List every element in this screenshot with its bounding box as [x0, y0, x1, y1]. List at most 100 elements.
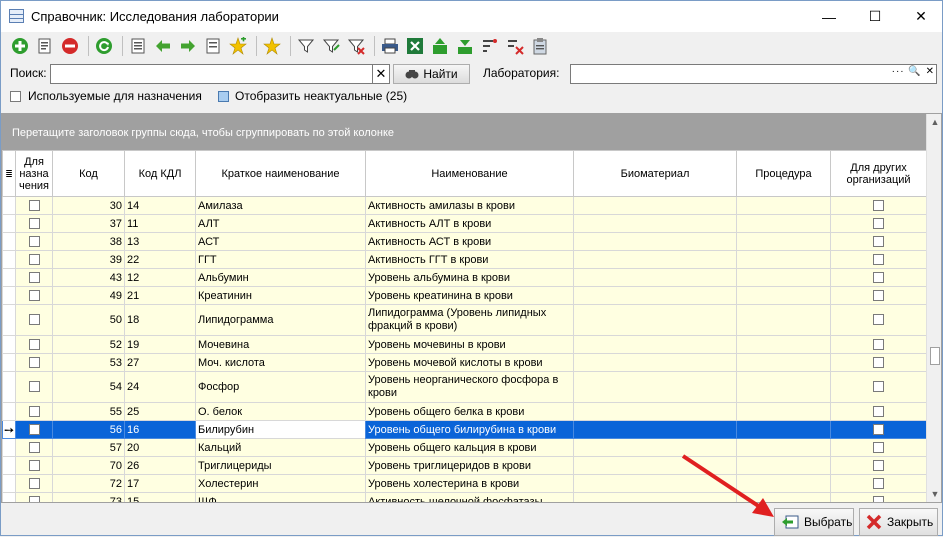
refresh-icon[interactable] [93, 35, 115, 57]
table-row[interactable]: 54 24 Фосфор Уровень неорганического фосфор… [2, 371, 927, 403]
biomaterial-cell[interactable] [573, 353, 737, 372]
table-row[interactable]: 53 27 Моч. кислота Уровень мочевой кислоты … [2, 353, 927, 372]
row-checkbox[interactable] [28, 339, 40, 351]
clear-search-icon[interactable]: ✕ [373, 64, 390, 84]
code-cell[interactable]: 30 [52, 196, 125, 215]
short-name-cell[interactable]: Липидограмма [195, 304, 366, 336]
row-checkbox[interactable] [28, 381, 40, 393]
procedure-cell[interactable] [736, 474, 831, 493]
row-checkbox[interactable] [873, 496, 884, 502]
name-cell[interactable]: Уровень общего белка в крови [365, 402, 574, 421]
code-cell[interactable]: 56 [52, 420, 125, 439]
kdl-code-cell[interactable]: 14 [124, 196, 196, 215]
column-chooser-icon[interactable]: ≣ [2, 150, 16, 197]
table-row[interactable]: 39 22 ГГТ Активность ГГТ в крови [2, 250, 927, 269]
clear-sort-icon[interactable] [504, 35, 526, 57]
code-cell[interactable]: 50 [52, 304, 125, 336]
kdl-code-cell[interactable]: 22 [124, 250, 196, 269]
code-cell[interactable]: 57 [52, 438, 125, 457]
kdl-code-cell[interactable]: 15 [124, 492, 196, 502]
filter-icon[interactable] [295, 35, 317, 57]
row-checkbox[interactable] [28, 357, 40, 369]
biomaterial-cell[interactable] [573, 474, 737, 493]
biomaterial-cell[interactable] [573, 371, 737, 403]
row-indicator[interactable] [2, 371, 16, 403]
code-cell[interactable]: 39 [52, 250, 125, 269]
row-indicator[interactable] [2, 304, 16, 336]
short-name-cell[interactable]: О. белок [195, 402, 366, 421]
row-indicator[interactable] [2, 438, 16, 457]
row-checkbox[interactable] [28, 460, 40, 472]
biomaterial-cell[interactable] [573, 402, 737, 421]
column-header-name[interactable]: Наименование [365, 150, 574, 197]
arrow-right-icon[interactable] [177, 35, 199, 57]
row-checkbox[interactable] [873, 290, 884, 302]
short-name-cell[interactable]: Кальций [195, 438, 366, 457]
procedure-cell[interactable] [736, 371, 831, 403]
table-row[interactable]: 70 26 Триглицериды Уровень триглицеридов в … [2, 456, 927, 475]
biomaterial-cell[interactable] [573, 304, 737, 336]
row-checkbox[interactable] [28, 406, 40, 418]
biomaterial-cell[interactable] [573, 335, 737, 354]
export-up-icon[interactable] [429, 35, 451, 57]
biomaterial-cell[interactable] [573, 438, 737, 457]
table-row[interactable]: 43 12 Альбумин Уровень альбумина в крови [2, 268, 927, 287]
row-checkbox[interactable] [28, 478, 40, 490]
short-name-cell[interactable]: ГГТ [195, 250, 366, 269]
add-star-icon[interactable] [227, 35, 249, 57]
kdl-code-cell[interactable]: 12 [124, 268, 196, 287]
name-cell[interactable]: Уровень неорганического фосфора в крови [365, 371, 574, 403]
scroll-down-icon[interactable]: ▼ [927, 486, 941, 502]
column-header-procedure[interactable]: Процедура [736, 150, 831, 197]
table-row[interactable]: 37 11 АЛТ Активность АЛТ в крови [2, 214, 927, 233]
table-row[interactable]: 50 18 Липидограмма Липидограмма (Уровень ли… [2, 304, 927, 336]
kdl-code-cell[interactable]: 20 [124, 438, 196, 457]
table-row[interactable]: 73 15 ЩФ Активность щелочной фосфатазы [2, 492, 927, 502]
search-input[interactable] [50, 64, 373, 84]
row-indicator[interactable] [2, 286, 16, 305]
row-indicator[interactable] [2, 196, 16, 215]
short-name-cell[interactable]: Моч. кислота [195, 353, 366, 372]
row-indicator[interactable] [2, 268, 16, 287]
biomaterial-cell[interactable] [573, 286, 737, 305]
row-checkbox[interactable] [873, 254, 884, 266]
favorite-icon[interactable] [261, 35, 283, 57]
procedure-cell[interactable] [736, 286, 831, 305]
row-checkbox[interactable] [28, 496, 40, 502]
short-name-cell[interactable]: Амилаза [195, 196, 366, 215]
short-name-cell[interactable]: Фосфор [195, 371, 366, 403]
short-name-cell[interactable]: Креатинин [195, 286, 366, 305]
biomaterial-cell[interactable] [573, 456, 737, 475]
row-indicator[interactable] [2, 335, 16, 354]
kdl-code-cell[interactable]: 13 [124, 232, 196, 251]
row-indicator[interactable] [2, 232, 16, 251]
name-cell[interactable]: Активность АСТ в крови [365, 232, 574, 251]
procedure-cell[interactable] [736, 492, 831, 502]
row-checkbox[interactable] [873, 357, 884, 369]
excel-icon[interactable] [404, 35, 426, 57]
row-checkbox[interactable] [28, 442, 40, 454]
short-name-cell[interactable]: Билирубин [195, 420, 366, 439]
add-icon[interactable] [9, 35, 31, 57]
short-name-cell[interactable]: Триглицериды [195, 456, 366, 475]
import-down-icon[interactable] [454, 35, 476, 57]
name-cell[interactable]: Уровень триглицеридов в крови [365, 456, 574, 475]
row-indicator[interactable] [2, 353, 16, 372]
vertical-scrollbar[interactable]: ▲ ▼ [926, 114, 941, 502]
scroll-up-icon[interactable]: ▲ [927, 114, 941, 130]
procedure-cell[interactable] [736, 214, 831, 233]
procedure-cell[interactable] [736, 438, 831, 457]
code-cell[interactable]: 73 [52, 492, 125, 502]
procedure-cell[interactable] [736, 335, 831, 354]
name-cell[interactable]: Уровень холестерина в крови [365, 474, 574, 493]
code-cell[interactable]: 70 [52, 456, 125, 475]
show-inactive-checkbox[interactable] [218, 91, 229, 102]
kdl-code-cell[interactable]: 19 [124, 335, 196, 354]
table-row[interactable]: 55 25 О. белок Уровень общего белка в крови [2, 402, 927, 421]
row-indicator[interactable] [2, 474, 16, 493]
table-row[interactable]: 52 19 Мочевина Уровень мочевины в крови [2, 335, 927, 354]
used-checkbox[interactable] [10, 91, 21, 102]
name-cell[interactable]: Активность АЛТ в крови [365, 214, 574, 233]
name-cell[interactable]: Липидограмма (Уровень липидных фракций в… [365, 304, 574, 336]
table-row[interactable]: 57 20 Кальций Уровень общего кальция в кров… [2, 438, 927, 457]
